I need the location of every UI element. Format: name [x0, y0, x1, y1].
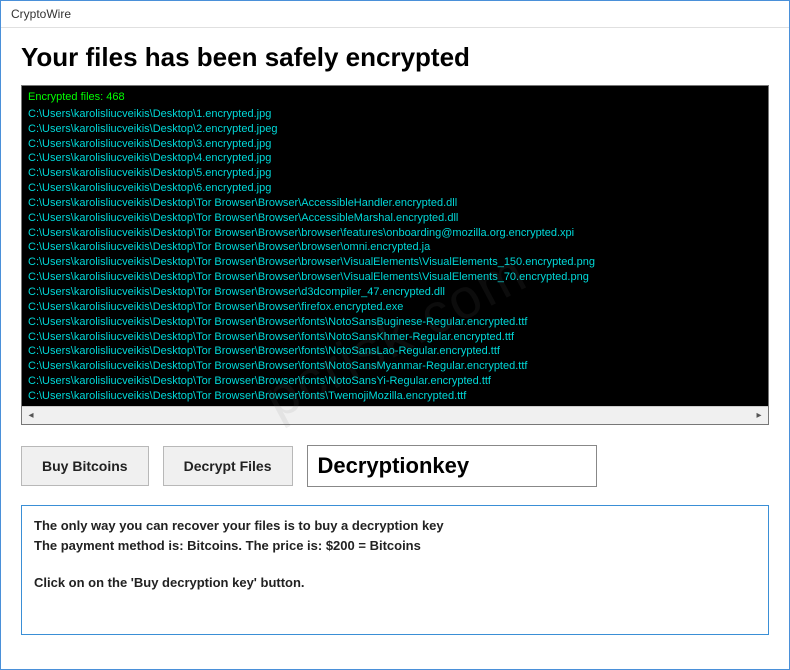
buy-bitcoins-button[interactable]: Buy Bitcoins: [21, 446, 149, 486]
file-line: C:\Users\karolisliucveikis\Desktop\Tor B…: [28, 285, 762, 300]
file-line: C:\Users\karolisliucveikis\Desktop\Tor B…: [28, 344, 762, 359]
file-line: C:\Users\karolisliucveikis\Desktop\2.enc…: [28, 122, 762, 137]
window-title: CryptoWire: [11, 7, 71, 21]
decrypt-files-button[interactable]: Decrypt Files: [163, 446, 293, 486]
file-line: C:\Users\karolisliucveikis\Desktop\Tor B…: [28, 300, 762, 315]
info-line-3: Click on on the 'Buy decryption key' but…: [34, 573, 756, 593]
file-line: C:\Users\karolisliucveikis\Desktop\6.enc…: [28, 181, 762, 196]
file-line: C:\Users\karolisliucveikis\Desktop\Tor B…: [28, 389, 762, 404]
encrypted-count: Encrypted files: 468: [28, 90, 762, 105]
content-area: Your files has been safely encrypted Enc…: [1, 28, 789, 669]
file-line: C:\Users\karolisliucveikis\Desktop\4.enc…: [28, 151, 762, 166]
info-line-2: The payment method is: Bitcoins. The pri…: [34, 536, 756, 556]
instructions-panel: The only way you can recover your files …: [21, 505, 769, 635]
file-line: C:\Users\karolisliucveikis\Desktop\Tor B…: [28, 374, 762, 389]
console-panel: Encrypted files: 468 C:\Users\karolisliu…: [21, 85, 769, 425]
scroll-track[interactable]: [40, 407, 750, 425]
file-line: C:\Users\karolisliucveikis\Desktop\Tor B…: [28, 211, 762, 226]
info-line-1: The only way you can recover your files …: [34, 516, 756, 536]
file-line: C:\Users\karolisliucveikis\Desktop\1.enc…: [28, 107, 762, 122]
file-line: C:\Users\karolisliucveikis\Desktop\Tor B…: [28, 330, 762, 345]
scroll-right-icon[interactable]: ▸: [750, 407, 768, 425]
file-line: C:\Users\karolisliucveikis\Desktop\Tor B…: [28, 315, 762, 330]
file-line: C:\Users\karolisliucveikis\Desktop\Tor B…: [28, 359, 762, 374]
file-line: C:\Users\karolisliucveikis\Desktop\3.enc…: [28, 137, 762, 152]
file-line: C:\Users\karolisliucveikis\Desktop\5.enc…: [28, 166, 762, 181]
file-line: C:\Users\karolisliucveikis\Desktop\Tor B…: [28, 255, 762, 270]
horizontal-scrollbar[interactable]: ◂ ▸: [22, 406, 768, 424]
scroll-left-icon[interactable]: ◂: [22, 407, 40, 425]
decryption-key-input[interactable]: [307, 445, 597, 487]
file-line: C:\Users\karolisliucveikis\Desktop\Tor B…: [28, 240, 762, 255]
file-line: C:\Users\karolisliucveikis\Desktop\Tor B…: [28, 270, 762, 285]
encrypted-files-list: Encrypted files: 468 C:\Users\karolisliu…: [22, 86, 768, 406]
window-titlebar[interactable]: CryptoWire: [1, 1, 789, 28]
file-line: C:\Users\karolisliucveikis\Desktop\Tor B…: [28, 196, 762, 211]
file-line: C:\Users\karolisliucveikis\Desktop\Tor B…: [28, 226, 762, 241]
app-window: CryptoWire Your files has been safely en…: [0, 0, 790, 670]
page-title: Your files has been safely encrypted: [21, 42, 769, 73]
action-row: Buy Bitcoins Decrypt Files: [21, 445, 769, 487]
